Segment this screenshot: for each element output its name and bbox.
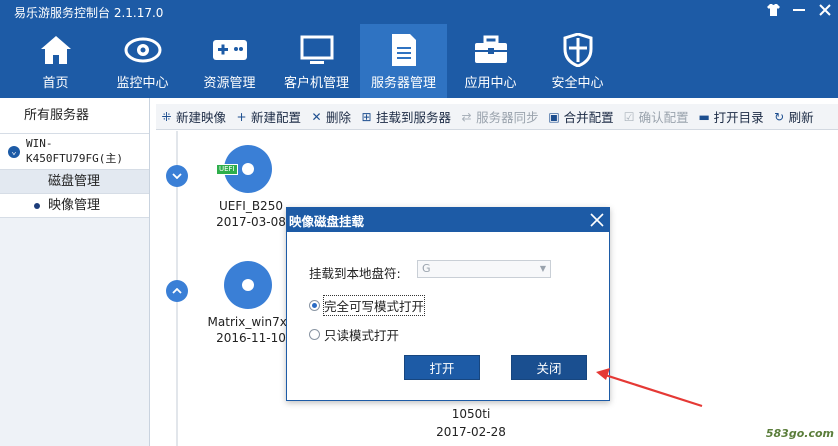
shield-icon <box>558 32 598 68</box>
button-label: 刷新 <box>788 110 814 125</box>
readonly-mode-option[interactable]: 只读模式打开 <box>309 325 399 344</box>
main-nav: 首页 监控中心 资源管理 客户机管理 服务器管理 应用中心 安全中心 <box>12 24 621 98</box>
chevron-down-icon[interactable] <box>166 165 188 187</box>
nav-item-server-management[interactable]: 服务器管理 <box>360 24 447 98</box>
delete-button[interactable]: ✕ 删除 <box>310 107 352 126</box>
writable-mode-option[interactable]: 完全可写模式打开 <box>309 295 426 316</box>
nav-label: 服务器管理 <box>370 76 436 91</box>
mount-to-server-button[interactable]: ⊞ 挂载到服务器 <box>360 107 452 126</box>
nav-label: 应用中心 <box>464 76 517 91</box>
eye-icon <box>123 32 163 68</box>
mount-icon: ⊞ <box>361 109 372 124</box>
image-name: UEFI_B250 <box>219 199 283 213</box>
sidebar-item-disk-management[interactable]: 磁盘管理 <box>0 170 149 194</box>
server-name: WIN-K450FTU79FG(主) <box>25 137 124 165</box>
app-header: 易乐游服务控制台 2.1.17.0 首页 监控中心 资源管理 客户机管理 服务器… <box>0 0 838 98</box>
sidebar-item-label: 映像管理 <box>48 197 101 213</box>
nav-label: 客户机管理 <box>283 76 349 91</box>
server-sidebar: 所有服务器 ⌄ WIN-K450FTU79FG(主) 磁盘管理 映像管理 <box>0 98 150 446</box>
button-label: 新建配置 <box>251 110 302 125</box>
image-toolbar: ⁜ 新建映像 + 新建配置 ✕ 删除 ⊞ 挂载到服务器 ⇄ 服务器同步 ▣ 合并… <box>156 104 838 130</box>
minimize-icon[interactable] <box>792 3 806 17</box>
refresh-icon: ↻ <box>774 109 785 124</box>
gamepad-icon <box>210 32 250 68</box>
watermark: 583go.com <box>765 427 834 440</box>
dialog-header: 映像磁盘挂载 <box>287 208 609 232</box>
chevron-down-icon: ▼ <box>539 264 546 273</box>
image-date: 2016-11-10 <box>216 331 286 345</box>
nav-label: 监控中心 <box>116 76 169 91</box>
app-title: 易乐游服务控制台 2.1.17.0 <box>14 6 164 20</box>
new-image-button[interactable]: ⁜ 新建映像 <box>160 107 226 126</box>
button-label: 删除 <box>326 110 352 125</box>
nav-item-app-center[interactable]: 应用中心 <box>447 24 534 98</box>
close-icon[interactable] <box>818 3 832 17</box>
option-label: 只读模式打开 <box>324 328 400 343</box>
close-icon[interactable] <box>585 208 609 232</box>
home-icon <box>36 32 76 68</box>
image-date: 2017-03-08 <box>216 215 286 229</box>
merge-icon: ▣ <box>548 109 560 124</box>
close-button[interactable]: 关闭 <box>511 355 587 380</box>
button-label: 打开目录 <box>713 110 764 125</box>
annotation-arrow-icon <box>596 368 703 408</box>
window-controls <box>766 3 832 17</box>
delete-icon: ✕ <box>311 109 322 124</box>
chevron-down-icon[interactable]: ⌄ <box>8 145 20 158</box>
nav-label: 安全中心 <box>551 76 604 91</box>
confirm-icon: ☑ <box>623 109 635 124</box>
button-label: 服务器同步 <box>476 110 539 125</box>
nav-item-resource-management[interactable]: 资源管理 <box>186 24 273 98</box>
button-label: 挂载到服务器 <box>376 110 452 125</box>
drive-letter-label: 挂载到本地盘符: <box>309 266 401 281</box>
sync-icon: ⇄ <box>461 109 472 124</box>
drive-letter-value: G <box>422 262 431 275</box>
all-servers-item[interactable]: 所有服务器 <box>0 98 149 134</box>
drive-letter-select[interactable]: G ▼ <box>417 260 551 278</box>
nav-item-client-management[interactable]: 客户机管理 <box>273 24 360 98</box>
button-label: 合并配置 <box>563 110 614 125</box>
nav-item-security-center[interactable]: 安全中心 <box>534 24 621 98</box>
refresh-button[interactable]: ↻ 刷新 <box>773 107 814 126</box>
folder-icon: ▬ <box>698 109 710 124</box>
button-label: 确认配置 <box>638 110 689 125</box>
option-label: 完全可写模式打开 <box>322 295 426 316</box>
open-directory-button[interactable]: ▬ 打开目录 <box>698 107 764 126</box>
image-date: 2017-02-28 <box>436 425 506 439</box>
button-label: 新建映像 <box>176 110 227 125</box>
toolbox-icon <box>471 32 511 68</box>
image-name: Matrix_win7x6 <box>207 315 295 329</box>
server-sync-button[interactable]: ⇄ 服务器同步 <box>460 107 539 126</box>
skin-icon[interactable] <box>766 3 780 17</box>
nav-label: 资源管理 <box>203 76 256 91</box>
open-button[interactable]: 打开 <box>404 355 480 380</box>
radio-checked-icon[interactable] <box>309 300 320 311</box>
image-name: 1050ti <box>451 407 491 421</box>
monitor-icon <box>297 32 337 68</box>
confirm-config-button[interactable]: ☑ 确认配置 <box>623 107 689 126</box>
nav-label: 首页 <box>42 76 69 91</box>
uefi-badge: UEFI <box>216 164 238 175</box>
new-config-button[interactable]: + 新建配置 <box>235 107 301 126</box>
sidebar-item-image-management[interactable]: 映像管理 <box>0 194 149 218</box>
bullet-icon <box>34 202 40 209</box>
nav-item-home[interactable]: 首页 <box>12 24 99 98</box>
server-node[interactable]: ⌄ WIN-K450FTU79FG(主) <box>0 134 149 170</box>
dialog-title: 映像磁盘挂载 <box>289 213 365 229</box>
chevron-up-icon[interactable] <box>166 280 188 302</box>
mount-disk-dialog: 映像磁盘挂载 挂载到本地盘符: G ▼ 完全可写模式打开 只读模式打开 打开 关… <box>286 207 610 401</box>
new-image-icon: ⁜ <box>161 109 172 124</box>
disc-image-icon[interactable] <box>224 261 272 309</box>
plus-icon: + <box>236 109 247 124</box>
merge-config-button[interactable]: ▣ 合并配置 <box>548 107 614 126</box>
radio-unchecked-icon[interactable] <box>309 329 320 340</box>
nav-item-monitor-center[interactable]: 监控中心 <box>99 24 186 98</box>
server-icon <box>384 32 424 68</box>
